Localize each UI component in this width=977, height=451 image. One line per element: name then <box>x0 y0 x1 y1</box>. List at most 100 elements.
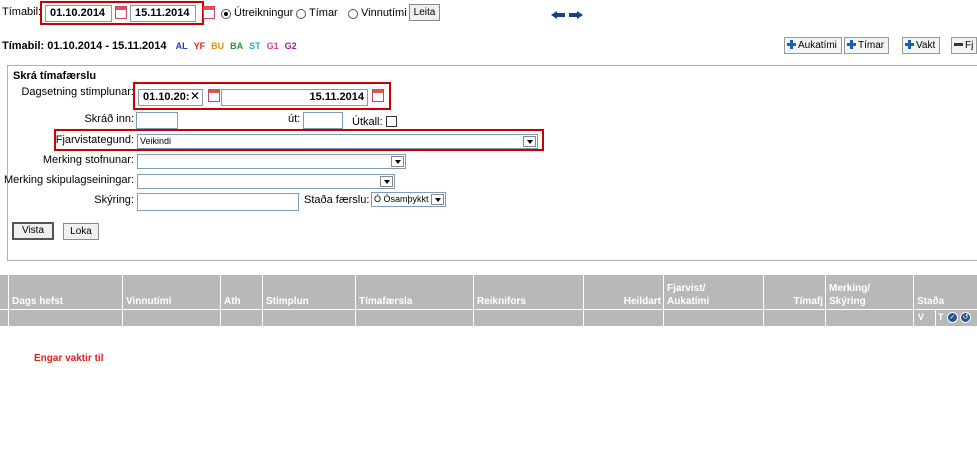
skipulag-label: Merking skipulagseiningar: <box>4 174 135 186</box>
date-to-input[interactable]: 15.11.2014 <box>130 5 196 22</box>
calendar-from-icon[interactable] <box>115 6 127 19</box>
table-subheader-cell <box>0 309 9 326</box>
th-label: Reiknifors <box>477 296 526 307</box>
th-timafaersla[interactable]: Tímafærsla <box>356 275 474 309</box>
plus-icon <box>905 40 914 49</box>
group-tag-al[interactable]: AL <box>176 41 188 51</box>
th-merking[interactable]: Merking/Skýring <box>826 275 914 309</box>
th-label: Fjarvist/ <box>667 283 706 294</box>
group-tag-bu[interactable]: BU <box>211 41 224 51</box>
add-aukatimi-label: Aukatími <box>798 40 837 51</box>
th-dags-hefst[interactable]: Dags hefst <box>9 275 123 309</box>
stimplun-label: Dagsetning stimplunar: <box>21 86 134 98</box>
group-tag-g1[interactable]: G1 <box>267 41 279 51</box>
vista-button[interactable]: Vista <box>12 222 54 240</box>
calendar-stimplun-to-icon[interactable] <box>372 89 384 102</box>
th-label: Heildart <box>623 296 661 307</box>
chevron-down-icon <box>431 194 444 205</box>
loka-button[interactable]: Loka <box>63 223 99 240</box>
prev-next-arrows-icon[interactable] <box>551 10 583 20</box>
th-stada[interactable]: Staða <box>914 275 977 309</box>
minus-icon <box>954 43 963 46</box>
add-timar-label: Tímar <box>858 40 885 51</box>
th-label: Vinnutími <box>126 296 172 307</box>
radio-timar[interactable] <box>296 9 306 19</box>
leita-button[interactable]: Leita <box>409 4 440 21</box>
ut-label: út: <box>288 113 301 125</box>
chevron-down-icon <box>523 136 536 147</box>
th-timafj[interactable]: Tímafj <box>764 275 826 309</box>
chevron-down-icon <box>391 156 404 167</box>
th-fjarvist[interactable]: Fjarvist/Aukatími <box>664 275 764 309</box>
th-label: Ath <box>224 296 241 307</box>
add-aukatimi-button[interactable]: Aukatími <box>784 37 842 54</box>
table-subheader-cell <box>664 309 764 326</box>
th-stimplun[interactable]: Stimplun <box>263 275 356 309</box>
table-subheader-cell <box>826 309 914 326</box>
th-label: Dags hefst <box>12 296 64 307</box>
stada-label: Staða færslu: <box>304 194 370 206</box>
group-tag-st[interactable]: ST <box>249 41 261 51</box>
fjarvist-select[interactable]: Veikindi <box>137 134 538 149</box>
stimplun-to-value: 15.11.2014 <box>309 91 364 103</box>
skrad-inn-label: Skráð inn: <box>84 113 134 125</box>
th-label: Merking/ <box>829 283 871 294</box>
utkall-checkbox[interactable] <box>386 116 397 127</box>
approve-icon[interactable]: ✓ <box>947 312 958 323</box>
th-vinnutimi[interactable]: Vinnutími <box>123 275 221 309</box>
add-timar-button[interactable]: Tímar <box>844 37 890 54</box>
utkall-label: Útkall: <box>352 116 383 128</box>
group-tag-ba[interactable]: BA <box>230 41 243 51</box>
skyring-label: Skýring: <box>94 194 134 206</box>
th-label: Aukatími <box>667 296 710 307</box>
stofnunar-select[interactable] <box>137 154 406 169</box>
table-header-cell <box>0 275 9 309</box>
group-tag-g2[interactable]: G2 <box>285 41 297 51</box>
fjarvist-label: Fjarvistategund: <box>55 134 134 146</box>
stada-select[interactable]: Ó Ósamþykkt <box>371 192 446 207</box>
table-subheader-cell <box>263 309 356 326</box>
col-v-label: V <box>918 312 925 322</box>
period-title: Tímabil: 01.10.2014 - 15.11.2014 AL YF BU B… <box>2 40 297 52</box>
stofnunar-label: Merking stofnunar: <box>42 154 134 166</box>
radio-timar-label: Tímar <box>309 7 338 19</box>
chevron-down-icon <box>380 176 393 187</box>
skrad-inn-input[interactable] <box>136 112 178 129</box>
table-subheader-cell <box>356 309 474 326</box>
group-tag-yf[interactable]: YF <box>194 41 206 51</box>
th-reiknifors[interactable]: Reiknifors <box>474 275 584 309</box>
th-label: Skýring <box>829 296 866 307</box>
table-subheader-cell <box>764 309 826 326</box>
radio-utreikningur[interactable] <box>221 9 231 19</box>
group-tags: AL YF BU BA ST G1 G2 <box>170 40 297 52</box>
th-heildart[interactable]: Heildart <box>584 275 664 309</box>
form-title: Skrá tímafærslu <box>13 70 97 82</box>
table-subheader-cell <box>474 309 584 326</box>
skipulag-select[interactable] <box>137 174 395 189</box>
date-from-input[interactable]: 01.10.2014 <box>45 5 112 22</box>
th-ath[interactable]: Ath <box>221 275 263 309</box>
th-label: Staða <box>917 296 945 307</box>
skyring-input[interactable] <box>137 193 299 211</box>
table-subheader-cell <box>221 309 263 326</box>
plus-icon <box>847 40 856 49</box>
ut-input[interactable] <box>303 112 343 129</box>
radio-vinnutimi[interactable] <box>348 9 358 19</box>
stimplun-from-value: 01.10.20: <box>143 91 190 103</box>
clear-icon[interactable]: ✕ <box>190 90 200 103</box>
th-label: Stimplun <box>266 296 309 307</box>
plus-icon <box>787 40 796 49</box>
stimplun-to-input[interactable]: 15.11.2014 <box>221 89 368 106</box>
period-title-text: Tímabil: 01.10.2014 - 15.11.2014 <box>2 40 167 52</box>
th-label: Tímafærsla <box>359 296 413 307</box>
remove-fj-button[interactable]: Fj <box>951 37 977 54</box>
table-subheader-cell <box>123 309 221 326</box>
add-vakt-button[interactable]: Vakt <box>902 37 941 54</box>
reject-icon[interactable]: ↺ <box>960 312 971 323</box>
remove-fj-label: Fj <box>965 40 974 51</box>
stimplun-from-input[interactable]: 01.10.20: ✕ <box>138 89 203 106</box>
fjarvist-value: Veikindi <box>140 136 172 146</box>
calendar-to-icon[interactable] <box>203 6 215 19</box>
calendar-stimplun-from-icon[interactable] <box>208 89 220 102</box>
radio-utreikningur-label: Útreikningur <box>234 7 294 19</box>
